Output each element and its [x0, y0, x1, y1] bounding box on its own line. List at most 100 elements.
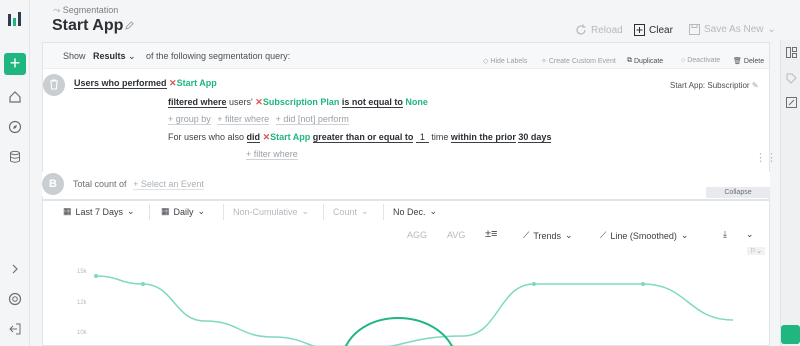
compass-icon[interactable] — [6, 118, 24, 136]
segment-name[interactable]: Start App: Subscriptior ✎ — [670, 81, 759, 90]
dashboard-icon[interactable] — [783, 44, 799, 60]
save-label: Save As New — [704, 24, 764, 35]
trends-value: Trends — [533, 230, 561, 241]
database-icon[interactable] — [6, 148, 24, 166]
home-icon[interactable] — [6, 88, 24, 106]
days-select[interactable]: 30 days — [518, 132, 552, 143]
group-by-link[interactable]: + group by — [168, 114, 211, 125]
tag-icon[interactable] — [783, 70, 799, 86]
left-nav: + — [0, 0, 30, 346]
remove-filter-icon[interactable]: ✕ — [255, 97, 263, 107]
hide-labels-label: Hide Labels — [490, 57, 528, 65]
divider — [383, 204, 384, 220]
chevron-down-icon: ⌄ — [429, 206, 438, 216]
also-unit: time — [431, 132, 449, 142]
y-tick-label: 15k — [77, 269, 88, 275]
create-custom-event-button[interactable]: ✧ Create Custom Event — [541, 57, 616, 66]
deactivate-icon: ○ — [681, 57, 686, 64]
data-point[interactable] — [94, 274, 98, 278]
also-event-select[interactable]: Start App — [270, 132, 310, 142]
reload-button[interactable]: Reload — [575, 24, 623, 36]
highlight-arc — [345, 317, 453, 346]
segmentation-icon: ⤳ — [53, 5, 61, 15]
line-chart: 15k 12k 10k — [77, 269, 734, 346]
expand-chevron-icon[interactable] — [6, 260, 24, 278]
export-button[interactable]: ⤓ — [723, 229, 727, 240]
line-type-value: Line (Smoothed) — [610, 230, 677, 241]
edit-title-icon[interactable] — [125, 21, 134, 32]
decimals-select[interactable]: No Dec. ⌄ — [393, 206, 437, 217]
metric-value: Count — [333, 206, 358, 217]
cumulative-value: Non-Cumulative — [233, 206, 298, 217]
reload-icon — [576, 24, 586, 35]
select-event-input[interactable]: + Select an Event — [133, 179, 204, 190]
chevron-down-icon: ⌄ — [128, 51, 136, 61]
chat-icon[interactable] — [781, 325, 800, 344]
data-point[interactable] — [641, 282, 645, 286]
decimals-value: No Dec. — [393, 206, 426, 217]
save-icon — [689, 24, 700, 35]
cumulative-select[interactable]: Non-Cumulative ⌄ — [233, 206, 309, 217]
remove-event-icon[interactable]: ✕ — [169, 78, 177, 88]
interval-select[interactable]: ▦ Daily ⌄ — [161, 206, 205, 217]
divider — [323, 204, 324, 220]
date-range-select[interactable]: ▦ Last 7 Days ⌄ — [63, 206, 135, 217]
operator-select[interactable]: is not equal to — [341, 97, 403, 108]
also-operator-select[interactable]: greater than or equal to — [312, 132, 414, 143]
avg-button[interactable]: AVG — [447, 230, 465, 240]
hide-labels-button[interactable]: ◇ Hide Labels — [483, 57, 528, 66]
chart-panel: ▦ Last 7 Days ⌄ ▦ Daily ⌄ Non-Cumulative… — [42, 200, 770, 346]
mode-select[interactable]: Results ⌄ — [93, 51, 136, 62]
more-options-button[interactable]: ⌄ — [746, 229, 754, 240]
did-perform-link[interactable]: + did [not] perform — [275, 114, 349, 125]
notes-icon[interactable] — [783, 94, 799, 110]
help-icon[interactable] — [6, 290, 24, 308]
reload-label: Reload — [591, 24, 623, 36]
metric-select[interactable]: Count ⌄ — [333, 206, 369, 217]
total-count-label: Total count of — [73, 179, 127, 189]
formula-icon[interactable]: ±≡ — [485, 228, 497, 240]
save-as-new-button[interactable]: Save As New ⌄ — [689, 24, 776, 35]
add-icon[interactable]: + — [4, 53, 26, 75]
deactivate-button[interactable]: ○ Deactivate — [681, 57, 720, 64]
users-performed-select[interactable]: Users who performed — [74, 78, 167, 89]
also-prefix: For users who also — [168, 132, 245, 142]
event-select[interactable]: Start App — [177, 78, 217, 88]
drag-handle-icon[interactable]: ⋮⋮ — [755, 151, 777, 164]
within-select[interactable]: within the prior — [450, 132, 516, 143]
agg-button[interactable]: AGG — [407, 230, 427, 240]
logout-icon[interactable] — [6, 320, 24, 338]
page-header: ⤳ Segmentation Start App Reload Clear Sa… — [30, 0, 780, 42]
delete-button[interactable]: 🗑 Delete — [733, 57, 764, 66]
segment-name-label: Start App: Subscriptior — [670, 81, 750, 90]
clear-button[interactable]: Clear — [634, 24, 673, 36]
divider — [149, 204, 150, 220]
segment-b-row: B Total count of + Select an Event — [42, 172, 770, 196]
breadcrumb[interactable]: ⤳ Segmentation — [53, 5, 118, 16]
chevron-down-icon: ⌄ — [361, 206, 369, 216]
duplicate-button[interactable]: ⧉ Duplicate — [627, 57, 663, 65]
custom-event-label: Create Custom Event — [548, 57, 616, 65]
also-filter-where-link[interactable]: + filter where — [246, 149, 298, 160]
chevron-down-icon: ⌄ — [565, 230, 573, 240]
breadcrumb-label: Segmentation — [62, 5, 119, 15]
query-toolbar: Show Results ⌄ of the following segmenta… — [43, 43, 769, 69]
segment-a-delete-badge[interactable] — [43, 74, 65, 96]
line-type-select[interactable]: ⟋ Line (Smoothed) ⌄ — [600, 230, 688, 241]
remove-also-event-icon[interactable]: ✕ — [263, 132, 271, 142]
data-point[interactable] — [141, 282, 145, 286]
also-count-input[interactable]: 1 — [415, 132, 429, 143]
chevron-down-icon: ⌄ — [767, 24, 776, 35]
value-select[interactable]: None — [405, 97, 428, 107]
collapse-button[interactable]: Collapse — [706, 187, 770, 198]
property-select[interactable]: Subscription Plan — [263, 97, 340, 107]
did-select[interactable]: did — [246, 132, 261, 143]
filter-where-link[interactable]: + filter where — [217, 114, 270, 125]
app-logo[interactable] — [8, 12, 22, 28]
annotation-flag-button[interactable]: ⚐⌄ — [747, 247, 766, 255]
line-chart-icon: ⟋ — [600, 230, 607, 240]
data-point[interactable] — [532, 282, 536, 286]
trends-select[interactable]: ⟋ Trends ⌄ — [523, 230, 573, 241]
mode-value: Results — [93, 51, 126, 61]
users-prop-prefix: users' — [229, 97, 253, 107]
